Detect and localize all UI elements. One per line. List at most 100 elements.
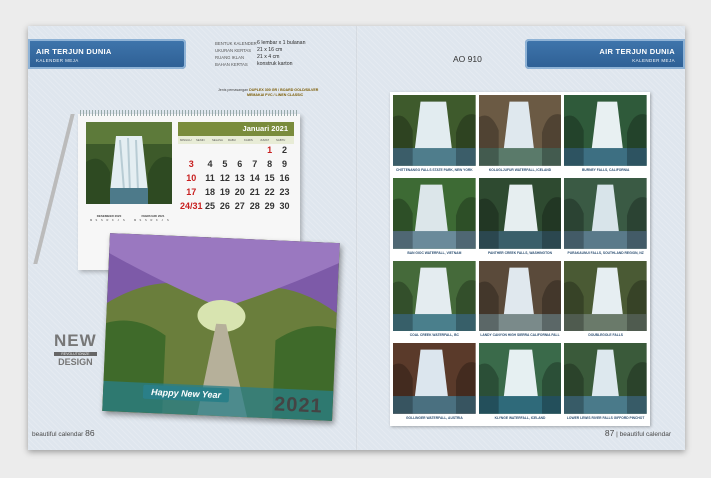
spec-value: konstruk karton [257,61,293,67]
mini-month-next: FEBRUARI 2021 MSSRKJS [134,214,172,222]
footer-label: beautiful calendar [32,431,84,438]
waterfall-photo [478,177,562,249]
product-specs: Bentuk Kalender 6 lembar x 1 bulanan Ukur… [215,40,305,68]
photo-tile: CHITTENANGO FALLS STATE PARK, NEW YORK [393,95,476,175]
waterfall-image [86,122,172,204]
footer-label: beautiful calendar [619,431,671,438]
calendar-date: 17 [186,187,197,197]
catalog-spread: AIR TERJUN DUNIA KALENDER MEJA Bentuk Ka… [28,26,685,450]
photo-caption: PURAKAUNUI FALLS, SOUTHLAND REGION, NZ [567,250,644,255]
spec-row: Ukuran Kertas 21 x 16 cm [215,47,305,54]
waterfall-photo [564,260,647,332]
calendar-date: 22 [264,187,275,197]
calendar-cover: Happy New Year 2021 [102,233,340,421]
right-page-footer: 87 | beautiful calendar [604,428,671,438]
calendar-date: 3 [188,159,194,169]
calendar-date: 7 [252,159,258,169]
calendar-date: 23 [279,187,290,197]
photo-tile: LOWER LEWIS RIVER FALLS GIFFORD PINCHOT [564,343,647,423]
right-header-subtitle: KALENDER MEJA [632,58,675,63]
spec-row: Bahan Kertas konstruk karton [215,61,305,68]
calendar-date: 30 [279,201,290,211]
badge-line-2: REVOLUTIONIZE [54,352,97,356]
page-number: 86 [85,428,95,438]
mini-month-grid: MSSRKJS [134,219,169,222]
calendar-date: 8 [267,159,273,169]
calendar-date: 2 [282,145,288,155]
calendar-month-page: Januari 2021 MINGGU SENIN SELASA RABU KA… [178,122,294,234]
calendar-date: 16 [279,173,290,183]
left-header-subtitle: KALENDER MEJA [36,58,79,63]
day-name: SENIN [196,138,205,142]
spec-value: 21 x 4 cm [257,54,280,60]
photo-tile: DOUBLEGOLE FALLS [564,260,647,341]
waterfall-photo [478,95,562,166]
mini-month-grid: MSSRKJS [90,219,125,222]
month-title: Januari 2021 [178,122,294,136]
cover-year: 2021 [273,393,324,418]
photo-caption: LOWER LEWIS RIVER FALLS GIFFORD PINCHOT [566,416,645,420]
spec-key: Ukuran Kertas [215,48,252,53]
photo-tile: KLYNGE WATERFALL, ICELAND [478,343,562,423]
spec-value: 6 lembar x 1 bulanan [257,40,306,46]
calendar-date: 19 [219,187,230,197]
calendar-date: 20 [234,187,245,197]
waterfall-photo [564,177,647,249]
mini-month-title: FEBRUARI 2021 [141,214,165,218]
new-design-badge: NEW REVOLUTIONIZE DESIGN [54,331,97,367]
left-page-header: AIR TERJUN DUNIA KALENDER MEJA [28,39,186,69]
photo-tile: LANDY CANYON HIGH SIERRA CALIFORNIA FALL [478,260,562,341]
waterfall-photo [393,260,476,332]
day-name: KAMIS [244,138,253,142]
calendar-date: 4 [207,159,213,169]
packaging-line2: MEMAKAI PVC / LINEN CLASSIC [247,93,304,97]
packaging-info: Jenis pemasangan DUPLEX 300 GR / BOARD G… [218,88,318,98]
photo-caption: KOLUGLJUFUR WATERFALL, ICELAND [488,167,552,172]
packaging-line1: DUPLEX 300 GR / BOARD GOLD/SILVER [249,88,319,92]
date-grid: 1 2 3 4 5 6 7 8 9 10 11 12 13 14 15 16 17 18 19 20 21 22 23 24/… [178,144,294,214]
calendar-date: 13 [234,173,245,183]
calendar-date: 29 [264,201,275,211]
calendar-date: 27 [234,201,245,211]
calendar-date: 1 [267,145,273,155]
photo-caption: PANTHER CREEK FALLS, WASHINGTON [487,250,552,255]
badge-line-3: DESIGN [58,357,93,367]
mini-month-title: DESEMBER 2020 [96,214,122,218]
waterfall-photo [564,95,647,166]
photo-caption: DOUBLEGOLE FALLS [588,333,623,338]
calendar-easel [33,114,75,264]
calendar-date: 9 [282,159,288,169]
calendar-date: 15 [264,173,275,183]
page-gutter [356,26,358,450]
day-names: MINGGU SENIN SELASA RABU KAMIS JUMAT SAB… [178,136,294,144]
right-header-title: AIR TERJUN DUNIA [599,47,675,56]
badge-line-1: NEW [54,331,97,350]
day-name: RABU [228,138,236,142]
left-header-title: AIR TERJUN DUNIA [36,47,112,56]
photo-tile: GOLLINGER WATERFALL, AUSTRIA [393,343,476,423]
photo-tile: PANTHER CREEK FALLS, WASHINGTON [478,177,562,258]
spec-row: Bentuk Kalender 6 lembar x 1 bulanan [215,40,305,47]
calendar-date: 12 [219,173,230,183]
spec-row: Ruang Iklan 21 x 4 cm [215,54,305,61]
photo-caption: LANDY CANYON HIGH SIERRA CALIFORNIA FALL [480,333,560,338]
calendar-date: 6 [237,159,243,169]
packaging-label: Jenis pemasangan [218,88,249,92]
page-number: 87 [604,428,615,438]
calendar-date: 11 [205,173,215,183]
spec-value: 21 x 16 cm [257,47,283,53]
photo-caption: BAN GIOC WATERFALL, VIETNAM [407,250,462,255]
mini-month-prev: DESEMBER 2020 MSSRKJS [90,214,128,222]
day-name: SELASA [212,138,223,142]
calendar-date: 18 [204,187,215,197]
right-page-header: AIR TERJUN DUNIA KALENDER MEJA [525,39,685,69]
calendar-date: 26 [219,201,230,211]
calendar-date: 14 [249,173,260,183]
product-code: AO 910 [453,54,482,64]
left-page-footer: beautiful calendar 86 [32,428,95,438]
day-name: SABTU [276,138,286,142]
photo-tile: BURNEY FALLS, CALIFORNIA [564,95,647,175]
photo-caption: COAL CREEK WATERFALL, BC [409,333,459,338]
day-name: JUMAT [260,138,270,142]
photo-caption: GOLLINGER WATERFALL, AUSTRIA [405,416,463,420]
